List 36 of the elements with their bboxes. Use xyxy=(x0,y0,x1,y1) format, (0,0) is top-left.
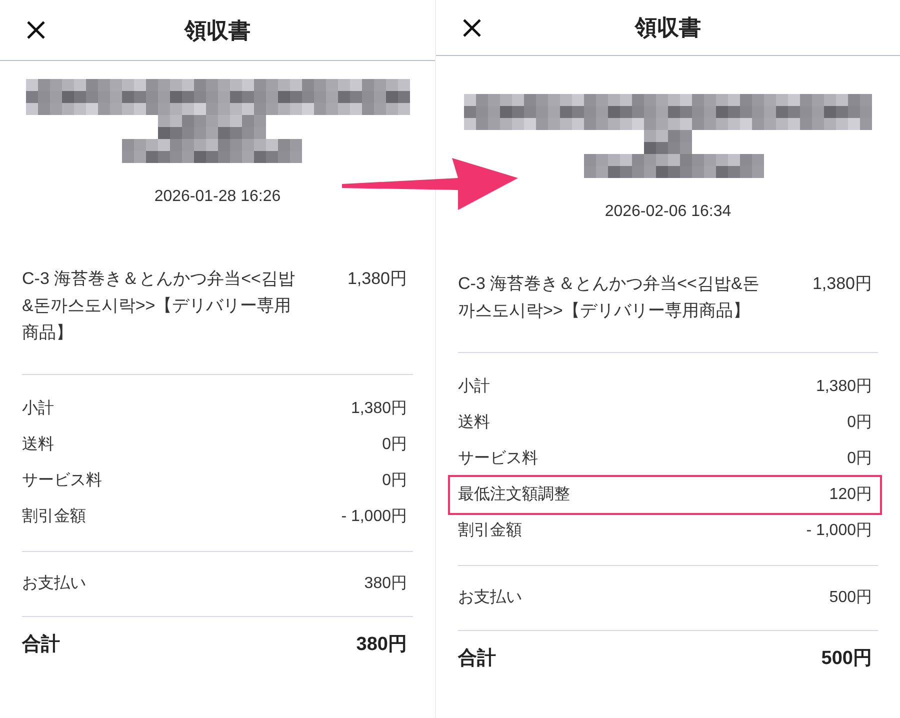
row-label: 小計 xyxy=(22,398,54,419)
row-label: お支払い xyxy=(458,588,522,608)
row-value: 500円 xyxy=(821,647,872,671)
row-label: お支払い xyxy=(22,574,86,594)
row-value: 0円 xyxy=(382,435,407,455)
row-label: 割引金額 xyxy=(22,506,86,527)
row-value: 1,380円 xyxy=(350,399,407,419)
receipt-date: 2026-01-28 16:26 xyxy=(154,187,281,207)
row-value: - 1,000円 xyxy=(806,521,872,541)
row-label: 小計 xyxy=(458,376,490,397)
close-icon[interactable] xyxy=(462,18,482,38)
row-label: 送料 xyxy=(22,434,54,455)
row-label: 送料 xyxy=(458,412,490,433)
row-label: 割引金額 xyxy=(458,520,522,541)
row-value: 120円 xyxy=(829,485,872,505)
row-value: 380円 xyxy=(364,574,407,594)
row-value: 380円 xyxy=(356,633,407,657)
item-price: 1,380円 xyxy=(347,268,407,290)
row-value: 0円 xyxy=(847,413,872,433)
screen-title: 領収書 xyxy=(183,16,252,44)
row-value: 500円 xyxy=(829,588,872,608)
row-label: 合計 xyxy=(22,632,60,657)
screen-title: 領収書 xyxy=(634,14,702,42)
item-name: C-3 海苔巻き＆とんかつ弁当<<김밥&돈까스도시락>>【デリバリー専用商品】 xyxy=(458,273,760,322)
receipt-date: 2026-02-06 16:34 xyxy=(604,202,732,222)
row-label: 最低注文額調整 xyxy=(458,484,570,505)
close-icon[interactable] xyxy=(26,20,46,40)
row-value: 0円 xyxy=(847,449,872,469)
row-value: 1,380円 xyxy=(816,377,872,397)
row-value: 0円 xyxy=(382,471,407,491)
item-price: 1,380円 xyxy=(812,273,872,295)
row-label: サービス料 xyxy=(22,470,102,491)
row-value: - 1,000円 xyxy=(341,507,407,527)
item-name: C-3 海苔巻き＆とんかつ弁当<<김밥&돈까스도시락>>【デリバリー専用商品】 xyxy=(22,268,296,344)
row-label: サービス料 xyxy=(458,448,538,469)
row-label: 合計 xyxy=(458,646,496,671)
